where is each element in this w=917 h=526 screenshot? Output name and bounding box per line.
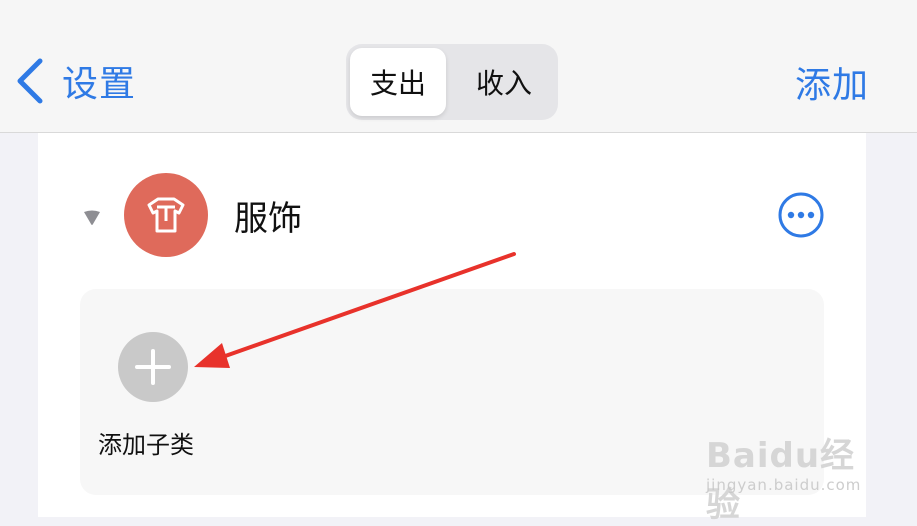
type-segmented-control: 支出 收入 — [346, 44, 558, 120]
plus-icon — [135, 349, 171, 385]
add-subcategory-label: 添加子类 — [98, 431, 194, 459]
segment-income[interactable]: 收入 — [456, 48, 552, 116]
category-name: 服饰 — [234, 199, 302, 239]
back-label: 设置 — [62, 64, 137, 105]
segment-expense[interactable]: 支出 — [350, 48, 446, 116]
add-subcategory-button[interactable] — [118, 332, 188, 402]
collapse-caret-icon[interactable] — [82, 209, 102, 227]
chevron-left-icon — [17, 58, 43, 104]
watermark-sub: jingyan.baidu.com — [706, 476, 862, 494]
add-button[interactable]: 添加 — [795, 56, 869, 108]
watermark: Baidu经验 jingyan.baidu.com — [700, 420, 870, 525]
navigation-bar: 设置 支出 收入 添加 — [0, 0, 917, 133]
category-icon — [124, 173, 208, 257]
shirt-icon — [147, 197, 185, 233]
more-options-icon[interactable] — [777, 191, 825, 239]
back-button[interactable]: 设置 — [14, 55, 136, 107]
